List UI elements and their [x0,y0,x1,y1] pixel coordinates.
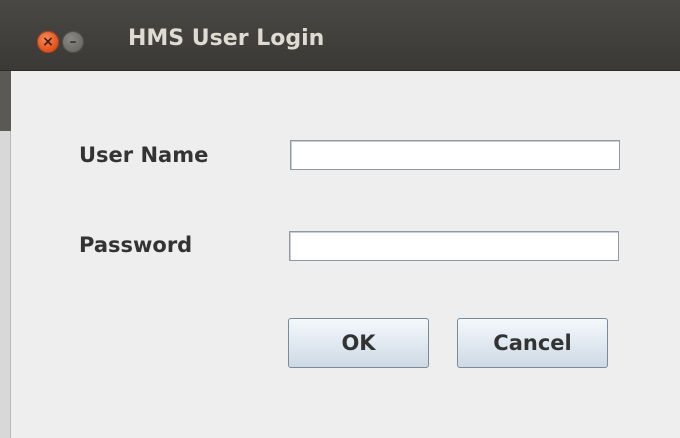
username-label: User Name [79,143,209,167]
cancel-button[interactable]: Cancel [457,318,608,368]
title-bar[interactable]: × – HMS User Login [0,0,680,71]
background-window-edge-dark [0,71,11,131]
ok-button[interactable]: OK [288,318,429,368]
password-field[interactable] [289,231,619,261]
username-field[interactable] [290,140,620,170]
login-dialog: × – HMS User Login User Name Password OK… [0,0,680,438]
close-icon[interactable]: × [37,31,59,53]
minimize-icon[interactable]: – [62,31,84,53]
password-label: Password [79,233,193,257]
window-title: HMS User Login [128,26,325,51]
